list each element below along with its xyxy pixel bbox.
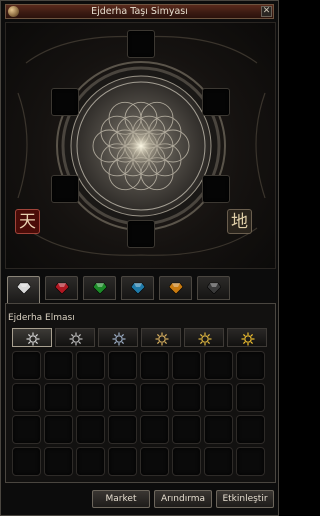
sun-grade-icon [241, 332, 255, 346]
inventory-slot[interactable] [12, 351, 41, 380]
inventory-slot[interactable] [76, 447, 105, 476]
gem-dark-icon [207, 282, 221, 294]
inventory-slot[interactable] [236, 351, 265, 380]
inventory-slot[interactable] [12, 415, 41, 444]
market-button[interactable]: Market [92, 490, 150, 508]
activate-button[interactable]: Etkinleştir [216, 490, 274, 508]
gem-tab-blue[interactable] [121, 276, 154, 300]
stone-slot-lower-right[interactable] [202, 175, 230, 203]
inventory-slot[interactable] [204, 383, 233, 412]
inventory-slot[interactable] [140, 383, 169, 412]
inventory-slot[interactable] [172, 383, 201, 412]
inventory-slot[interactable] [236, 383, 265, 412]
gem-white-icon [17, 282, 31, 294]
inventory-slot[interactable] [172, 447, 201, 476]
stone-slot-top[interactable] [127, 30, 155, 58]
inventory-slot[interactable] [140, 351, 169, 380]
title-bar[interactable]: Ejderha Taşı Simyası ✕ [5, 4, 274, 19]
gem-tab-dark[interactable] [197, 276, 230, 300]
inventory-slot[interactable] [204, 351, 233, 380]
inventory-slot[interactable] [236, 447, 265, 476]
earth-seal-label: 地 [231, 212, 248, 232]
sun-grade-icon [69, 332, 83, 346]
grade-tab-6[interactable] [227, 328, 267, 347]
window-title: Ejderha Taşı Simyası [91, 6, 188, 17]
inventory-slot[interactable] [108, 447, 137, 476]
inventory-slot[interactable] [140, 447, 169, 476]
grade-tab-5[interactable] [184, 328, 224, 347]
inventory-slot[interactable] [172, 351, 201, 380]
grade-tab-4[interactable] [141, 328, 181, 347]
gem-tab-white[interactable] [7, 276, 40, 304]
inventory-slot[interactable] [76, 415, 105, 444]
inventory-slot[interactable] [204, 415, 233, 444]
inventory-label: Ejderha Elması [8, 313, 75, 323]
heaven-seal-label: 天 [19, 212, 36, 232]
grade-tab-1[interactable] [12, 328, 52, 347]
inventory-slot[interactable] [12, 447, 41, 476]
inventory-slot[interactable] [236, 415, 265, 444]
grade-tab-3[interactable] [98, 328, 138, 347]
gem-green-icon [93, 282, 107, 294]
gem-tab-orange[interactable] [159, 276, 192, 300]
inventory-slot[interactable] [12, 383, 41, 412]
sun-grade-icon [112, 332, 126, 346]
inventory-slot[interactable] [44, 351, 73, 380]
gem-red-icon [55, 282, 69, 294]
close-button[interactable]: ✕ [261, 6, 272, 17]
dragon-stone-alchemy-window: Ejderha Taşı Simyası ✕ 天 地 Ejderha Elmas… [0, 0, 279, 516]
stone-slot-bottom[interactable] [127, 220, 155, 248]
stone-slot-upper-left[interactable] [51, 88, 79, 116]
heaven-seal-button[interactable]: 天 [15, 209, 40, 234]
stone-slot-upper-right[interactable] [202, 88, 230, 116]
inventory-slot[interactable] [44, 447, 73, 476]
grade-tab-2[interactable] [55, 328, 95, 347]
close-icon: ✕ [262, 6, 271, 16]
inventory-slot[interactable] [108, 383, 137, 412]
refine-button[interactable]: Arındırma [154, 490, 212, 508]
sun-grade-icon [198, 332, 212, 346]
gem-tab-green[interactable] [83, 276, 116, 300]
inventory-slot[interactable] [140, 415, 169, 444]
earth-seal-button[interactable]: 地 [227, 209, 252, 234]
gem-type-tabs [5, 276, 276, 304]
inventory-slot[interactable] [108, 415, 137, 444]
sun-grade-icon [26, 332, 40, 346]
inventory-slot[interactable] [76, 383, 105, 412]
gem-tab-red[interactable] [45, 276, 78, 300]
gem-orange-icon [169, 282, 183, 294]
stone-slot-lower-left[interactable] [51, 175, 79, 203]
sun-grade-icon [155, 332, 169, 346]
gem-blue-icon [131, 282, 145, 294]
inventory-slot[interactable] [204, 447, 233, 476]
inventory-slot[interactable] [108, 351, 137, 380]
inventory-slot[interactable] [172, 415, 201, 444]
inventory-slot[interactable] [76, 351, 105, 380]
inventory-slot[interactable] [44, 415, 73, 444]
inventory-slot[interactable] [44, 383, 73, 412]
